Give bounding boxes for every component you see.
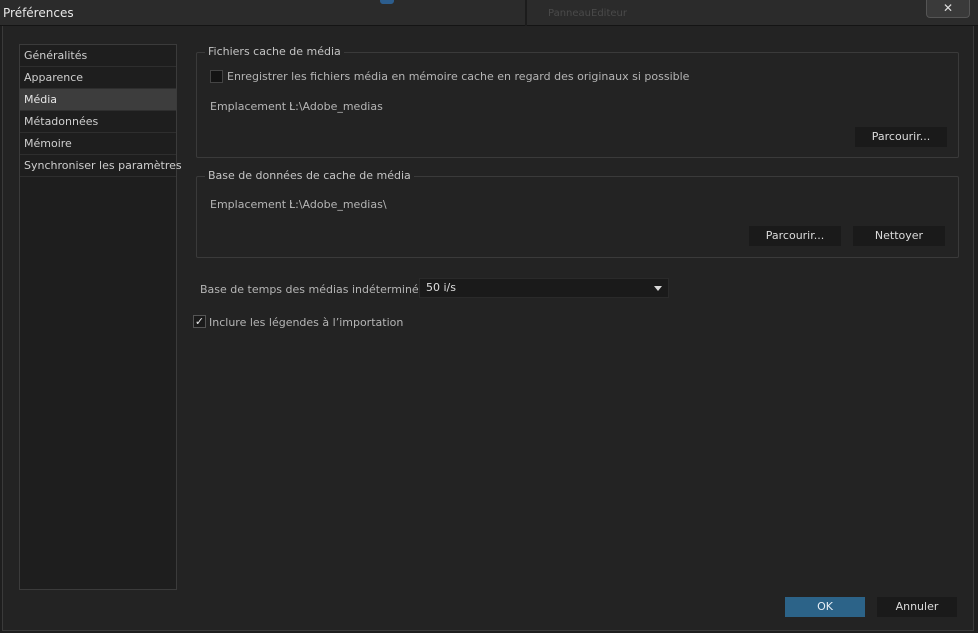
timebase-value: 50 i/s xyxy=(426,281,456,294)
cancel-button[interactable]: Annuler xyxy=(877,597,957,617)
chevron-down-icon xyxy=(654,286,662,291)
sidebar-item-apparence[interactable]: Apparence xyxy=(20,67,176,89)
ok-button[interactable]: OK xyxy=(785,597,865,617)
cache-db-location-label: Emplacement : xyxy=(210,198,294,211)
media-cache-db-legend: Base de données de cache de média xyxy=(205,169,414,182)
include-captions-label: Inclure les légendes à l’importation xyxy=(209,316,404,329)
sidebar-item-media[interactable]: Média xyxy=(20,89,176,111)
window-title: Préférences xyxy=(3,6,74,20)
cache-files-browse-button[interactable]: Parcourir... xyxy=(855,127,947,147)
cache-files-location-label: Emplacement : xyxy=(210,100,294,113)
sidebar-item-metadonnees[interactable]: Métadonnées xyxy=(20,111,176,133)
cache-db-clean-button[interactable]: Nettoyer xyxy=(853,226,945,246)
background-app-label: PanneauEditeur xyxy=(548,8,627,19)
sidebar-item-generalites[interactable]: Généralités xyxy=(20,45,176,67)
background-window-accent xyxy=(380,0,394,4)
media-cache-db-group: Base de données de cache de média Emplac… xyxy=(196,169,959,258)
preferences-dialog: Généralités Apparence Média Métadonnées … xyxy=(2,26,974,631)
title-bar: Préférences PanneauEditeur ✕ xyxy=(0,0,978,26)
title-bar-divider xyxy=(525,0,527,26)
cache-db-browse-button[interactable]: Parcourir... xyxy=(749,226,841,246)
sidebar-item-memoire[interactable]: Mémoire xyxy=(20,133,176,155)
close-button[interactable]: ✕ xyxy=(926,0,970,18)
save-cache-next-to-originals-checkbox[interactable] xyxy=(210,70,223,83)
save-cache-next-to-originals-label: Enregistrer les fichiers média en mémoir… xyxy=(227,70,690,83)
timebase-label: Base de temps des médias indéterminée : xyxy=(200,283,433,296)
timebase-select[interactable]: 50 i/s xyxy=(419,278,669,298)
media-cache-files-legend: Fichiers cache de média xyxy=(205,45,344,58)
include-captions-checkbox[interactable]: ✓ xyxy=(193,315,206,328)
sidebar-item-synchroniser[interactable]: Synchroniser les paramètres xyxy=(20,155,182,177)
media-cache-files-group: Fichiers cache de média Enregistrer les … xyxy=(196,45,959,158)
cache-files-location-value: L:\Adobe_medias xyxy=(289,100,383,113)
sidebar-categories: Généralités Apparence Média Métadonnées … xyxy=(19,44,182,590)
cache-db-location-value: L:\Adobe_medias\ xyxy=(289,198,387,211)
